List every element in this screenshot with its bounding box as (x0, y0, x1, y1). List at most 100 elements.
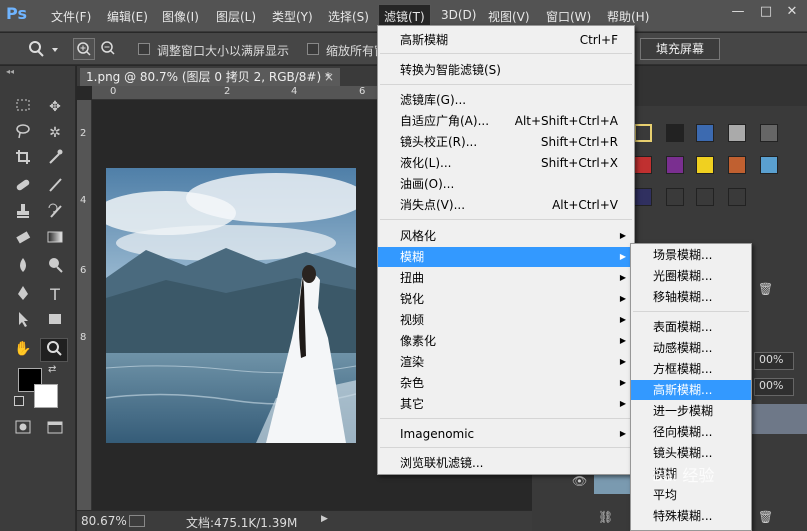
style-swatch[interactable] (696, 124, 714, 142)
menu-select[interactable]: 选择(S) (328, 8, 369, 25)
status-options-icon[interactable] (129, 515, 145, 527)
visibility-eye-icon[interactable]: 👁 (572, 474, 587, 488)
submenu-item-iris-blur[interactable]: 光圈模糊... (631, 266, 751, 286)
submenu-item-radial-blur[interactable]: 径向模糊... (631, 422, 751, 442)
menu-layer[interactable]: 图层(L) (216, 8, 256, 25)
brush-tool-icon[interactable] (44, 176, 66, 198)
menu-item-video[interactable]: 视频 ▶ (378, 310, 634, 330)
style-swatch[interactable] (666, 156, 684, 174)
link-layers-icon[interactable]: ⛓ (598, 510, 613, 524)
menu-item-adaptive-wide-angle[interactable]: 自适应广角(A)... Alt+Shift+Ctrl+A (378, 111, 634, 131)
submenu-item-motion-blur[interactable]: 动感模糊... (631, 338, 751, 358)
toolbox-collapse-icon[interactable]: ◂◂ (6, 68, 70, 76)
style-swatch[interactable] (728, 124, 746, 142)
menu-image[interactable]: 图像(I) (162, 8, 199, 25)
screen-mode-icon[interactable] (44, 418, 66, 440)
submenu-item-box-blur[interactable]: 方框模糊... (631, 359, 751, 379)
dodge-tool-icon[interactable] (44, 256, 66, 278)
style-swatch[interactable] (666, 124, 684, 142)
submenu-item-smart-blur[interactable]: 特殊模糊... (631, 506, 751, 526)
submenu-item-gaussian-blur[interactable]: 高斯模糊... (631, 380, 751, 400)
menu-item-filter-gallery[interactable]: 滤镜库(G)... (378, 90, 634, 110)
menu-item-liquify[interactable]: 液化(L)... Shift+Ctrl+X (378, 153, 634, 173)
submenu-item-tilt-shift[interactable]: 移轴模糊... (631, 287, 751, 307)
healing-brush-icon[interactable] (12, 176, 34, 198)
style-swatch[interactable] (728, 156, 746, 174)
menu-item-render[interactable]: 渲染 ▶ (378, 352, 634, 372)
style-swatch[interactable] (696, 188, 714, 206)
menu-item-convert-smart[interactable]: 转换为智能滤镜(S) (378, 60, 634, 80)
menu-item-noise[interactable]: 杂色 ▶ (378, 373, 634, 393)
style-swatch[interactable] (696, 156, 714, 174)
lasso-tool-icon[interactable] (12, 122, 34, 144)
menu-help[interactable]: 帮助(H) (607, 8, 649, 25)
zoom-out-icon[interactable] (98, 38, 120, 60)
menu-item-imagenomic[interactable]: Imagenomic ▶ (378, 424, 634, 444)
swap-colors-icon[interactable]: ⇄ (48, 364, 56, 375)
minimize-icon[interactable]: — (725, 2, 751, 22)
eyedropper-icon[interactable] (44, 148, 66, 170)
submenu-item-blur-more[interactable]: 进一步模糊 (631, 401, 751, 421)
submenu-item-field-blur[interactable]: 场景模糊... (631, 245, 751, 265)
menu-item-distort[interactable]: 扭曲 ▶ (378, 268, 634, 288)
menu-item-lens-correction[interactable]: 镜头校正(R)... Shift+Ctrl+R (378, 132, 634, 152)
quick-mask-icon[interactable] (12, 418, 34, 440)
background-color-swatch[interactable] (34, 384, 58, 408)
fill-field[interactable]: 00% (754, 378, 794, 396)
style-swatch[interactable] (634, 124, 652, 142)
menu-item-blur[interactable]: 模糊 ▶ (378, 247, 634, 267)
style-swatch[interactable] (760, 124, 778, 142)
crop-tool-icon[interactable] (12, 148, 34, 170)
menu-3d[interactable]: 3D(D) (441, 8, 476, 22)
resize-window-checkbox[interactable] (138, 43, 150, 55)
menu-type[interactable]: 类型(Y) (272, 8, 313, 25)
close-icon[interactable]: ✕ (779, 2, 805, 22)
style-swatch[interactable] (760, 156, 778, 174)
menu-edit[interactable]: 编辑(E) (107, 8, 148, 25)
menu-item-browse-online[interactable]: 浏览联机滤镜... (378, 453, 634, 473)
status-arrow-icon[interactable]: ▶ (321, 514, 328, 524)
history-brush-icon[interactable] (44, 202, 66, 224)
type-tool-icon[interactable]: T (44, 284, 66, 306)
zoom-all-checkbox[interactable] (307, 43, 319, 55)
zoom-in-icon[interactable] (73, 38, 95, 60)
submenu-item-lens-blur[interactable]: 镜头模糊... (631, 443, 751, 463)
menu-item-pixelate[interactable]: 像素化 ▶ (378, 331, 634, 351)
menu-item-vanishing-point[interactable]: 消失点(V)... Alt+Ctrl+V (378, 195, 634, 215)
document-tab[interactable]: 1.png @ 80.7% (图层 0 拷贝 2, RGB/8#) * × (80, 68, 340, 86)
zoom-tool-selected-icon[interactable] (40, 338, 68, 362)
path-selection-icon[interactable] (12, 310, 34, 332)
restore-icon[interactable]: □ (753, 2, 779, 22)
move-tool-icon[interactable]: ✥ (44, 96, 66, 118)
menu-item-stylize[interactable]: 风格化 ▶ (378, 226, 634, 246)
opacity-field[interactable]: 00% (754, 352, 794, 370)
style-swatch[interactable] (634, 156, 652, 174)
fill-screen-button[interactable]: 填充屏幕 (640, 38, 720, 60)
gradient-tool-icon[interactable] (44, 228, 66, 250)
menu-file[interactable]: 文件(F) (51, 8, 91, 25)
blur-tool-icon[interactable] (12, 256, 34, 278)
magic-wand-icon[interactable]: ✲ (44, 122, 66, 144)
zoom-tool-icon[interactable] (26, 39, 62, 59)
style-swatch[interactable] (728, 188, 746, 206)
menu-window[interactable]: 窗口(W) (546, 8, 591, 25)
clone-stamp-icon[interactable] (12, 202, 34, 224)
delete-layer-icon[interactable]: 🗑 (758, 510, 773, 524)
menu-item-sharpen[interactable]: 锐化 ▶ (378, 289, 634, 309)
zoom-level[interactable]: 80.67% (81, 514, 127, 528)
submenu-item-average[interactable]: 平均 (631, 485, 751, 505)
menu-item-oil-paint[interactable]: 油画(O)... (378, 174, 634, 194)
menu-item-last-filter[interactable]: 高斯模糊 Ctrl+F (378, 30, 634, 50)
default-colors-icon[interactable] (14, 396, 24, 406)
menu-view[interactable]: 视图(V) (488, 8, 530, 25)
style-swatch[interactable] (634, 188, 652, 206)
rectangle-tool-icon[interactable] (44, 310, 66, 332)
pen-tool-icon[interactable] (12, 284, 34, 306)
submenu-item-surface-blur[interactable]: 表面模糊... (631, 317, 751, 337)
close-tab-icon[interactable]: × (324, 68, 334, 86)
layer-row-selected[interactable] (750, 404, 807, 434)
hand-tool-icon[interactable]: ✋ (12, 338, 34, 360)
delete-icon[interactable]: 🗑 (758, 282, 773, 296)
style-swatch[interactable] (666, 188, 684, 206)
marquee-tool-icon[interactable] (12, 96, 34, 118)
